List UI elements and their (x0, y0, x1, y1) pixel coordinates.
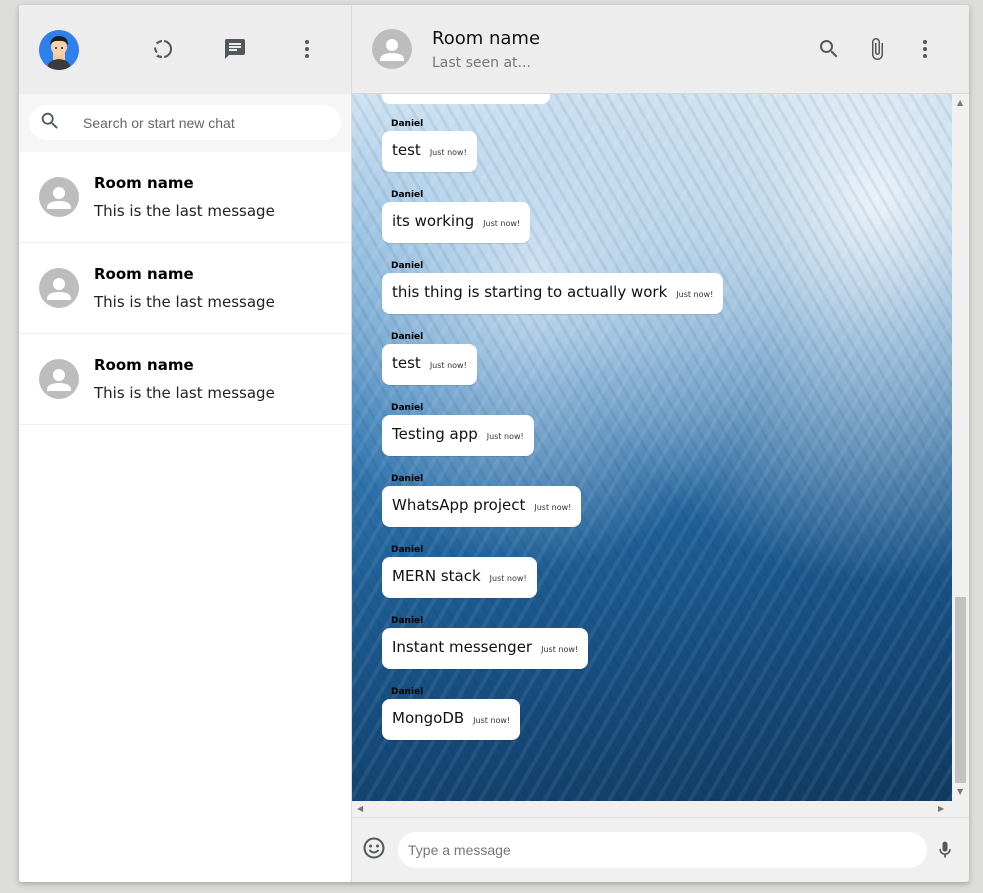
message: Daniel MERN stack Just now! (382, 545, 537, 598)
search-icon (39, 110, 61, 136)
search-icon[interactable] (817, 37, 841, 61)
message-bubble: its working Just now! (382, 202, 531, 243)
message-time: Just now! (676, 290, 714, 299)
user-avatar[interactable] (39, 29, 79, 70)
scroll-right-arrow-icon[interactable]: ▶ (938, 804, 944, 813)
avatar (39, 177, 79, 217)
message-sender: Daniel (391, 616, 424, 626)
scroll-left-arrow-icon[interactable]: ◀ (357, 804, 363, 813)
message-text: test (392, 354, 421, 372)
message-text: test (392, 141, 421, 159)
whatsapp-app: Room name This is the last message Room … (19, 5, 969, 882)
chat-list: Room name This is the last message Room … (19, 152, 351, 882)
status-icon[interactable] (151, 37, 175, 61)
message-bubble: Instant messenger Just now! (382, 628, 589, 669)
avatar (39, 359, 79, 399)
message-sender: Daniel (391, 687, 424, 697)
message-sender: Daniel (391, 474, 424, 484)
chat-header: Room name Last seen at... (352, 5, 969, 94)
emoji-icon[interactable] (362, 836, 386, 864)
message-text: Testing app (392, 425, 478, 443)
message-bubble: Testing app Just now! (382, 415, 534, 456)
message-sender: Daniel (391, 119, 424, 129)
vertical-scrollbar[interactable]: ▲ ▼ (952, 94, 969, 801)
more-vert-icon[interactable] (913, 37, 937, 61)
message-bubble: MongoDB Just now! (382, 699, 521, 740)
message-time: Just now! (541, 645, 579, 654)
message-bubble: test Just now! (382, 131, 477, 172)
message-bubble: WhatsApp project Just now! (382, 486, 582, 527)
message-sender: Daniel (391, 545, 424, 555)
chat-list-item[interactable]: Room name This is the last message (19, 334, 351, 425)
message-bubble: MERN stack Just now! (382, 557, 537, 598)
message-text: MongoDB (392, 709, 465, 727)
more-vert-icon[interactable] (295, 37, 319, 61)
chat-last-message: This is the last message (94, 202, 275, 220)
sidebar: Room name This is the last message Room … (19, 5, 352, 882)
message-bubble: this thing is starting to actually work … (382, 273, 724, 314)
message-text: WhatsApp project (392, 496, 526, 514)
new-chat-icon[interactable] (223, 37, 247, 61)
chat-body[interactable]: Daniel test Just now! Daniel its working… (352, 94, 969, 801)
chat-name: Room name (94, 174, 194, 192)
message-bubble-partial (382, 94, 550, 104)
message-bubble: test Just now! (382, 344, 477, 385)
chat-list-item[interactable]: Room name This is the last message (19, 152, 351, 243)
message: Daniel its working Just now! (382, 190, 531, 243)
message: Daniel test Just now! (382, 119, 477, 172)
message-time: Just now! (483, 219, 521, 228)
search-box (29, 105, 341, 140)
room-avatar[interactable] (372, 29, 412, 69)
chat-panel: Room name Last seen at... Daniel test Ju… (352, 5, 969, 882)
message-time: Just now! (534, 503, 572, 512)
message-time: Just now! (429, 148, 467, 157)
mic-icon[interactable] (935, 839, 955, 865)
message: Daniel this thing is starting to actuall… (382, 261, 724, 314)
scroll-down-arrow-icon[interactable]: ▼ (957, 787, 963, 796)
message-sender: Daniel (391, 403, 424, 413)
message-sender: Daniel (391, 332, 424, 342)
message-text: this thing is starting to actually work (392, 283, 668, 301)
last-seen: Last seen at... (432, 54, 531, 71)
message: Daniel Instant messenger Just now! (382, 616, 589, 669)
message-time: Just now! (429, 361, 467, 370)
chat-name: Room name (94, 356, 194, 374)
room-title: Room name (432, 27, 541, 49)
sidebar-header (19, 5, 351, 94)
message-time: Just now! (486, 432, 524, 441)
message-sender: Daniel (391, 190, 424, 200)
message-text: MERN stack (392, 567, 481, 585)
scrollbar-thumb[interactable] (955, 597, 966, 783)
message: Daniel MongoDB Just now! (382, 687, 521, 740)
chat-last-message: This is the last message (94, 293, 275, 311)
message: Daniel WhatsApp project Just now! (382, 474, 582, 527)
message-time: Just now! (473, 716, 511, 725)
search-container (19, 94, 351, 152)
message-sender: Daniel (391, 261, 424, 271)
message-input-wrapper (398, 831, 927, 868)
message-time: Just now! (489, 574, 527, 583)
chat-name: Room name (94, 265, 194, 283)
message-text: its working (392, 212, 475, 230)
message: Daniel test Just now! (382, 332, 477, 385)
chat-list-item[interactable]: Room name This is the last message (19, 243, 351, 334)
scroll-up-arrow-icon[interactable]: ▲ (957, 98, 963, 107)
message-text: Instant messenger (392, 638, 533, 656)
attach-icon[interactable] (865, 37, 889, 61)
message: Daniel Testing app Just now! (382, 403, 534, 456)
avatar (39, 268, 79, 308)
horizontal-scrollbar[interactable]: ◀ ▶ (352, 801, 969, 818)
chat-last-message: This is the last message (94, 384, 275, 402)
message-composer (352, 818, 969, 881)
search-input[interactable] (83, 114, 323, 131)
message-input[interactable] (408, 841, 908, 858)
